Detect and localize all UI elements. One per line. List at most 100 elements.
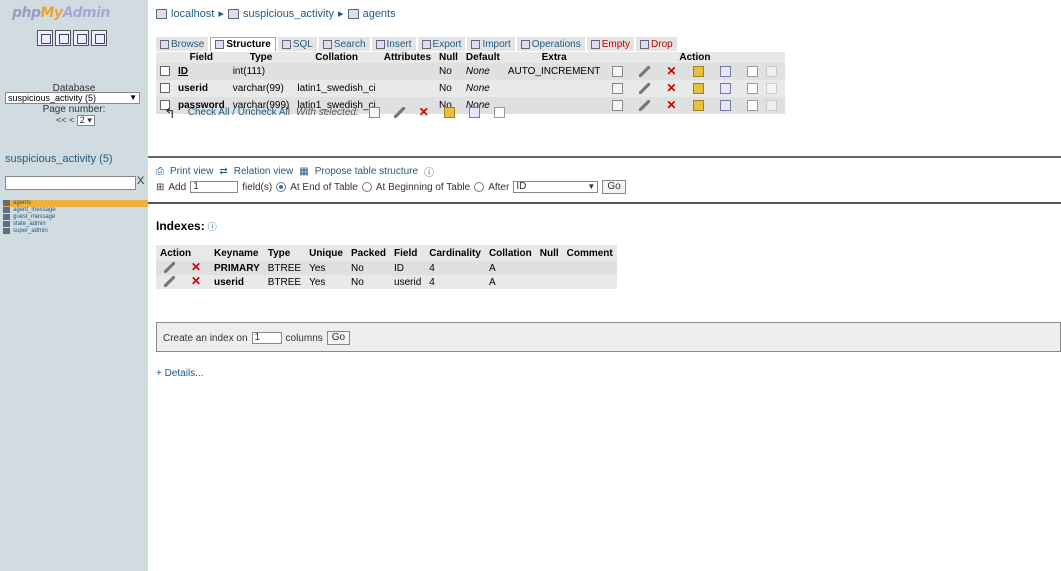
tab-sql[interactable]: SQL: [277, 37, 317, 51]
arrow-up-icon: ↰: [164, 104, 176, 121]
browse-icon[interactable]: [368, 107, 380, 118]
edit-icon[interactable]: [164, 276, 175, 288]
tab-label: Drop: [651, 38, 673, 50]
tab-insert[interactable]: Insert: [371, 37, 416, 51]
delete-icon[interactable]: [191, 260, 202, 274]
index-field: userid: [390, 275, 426, 289]
relation-view-link[interactable]: Relation view: [234, 166, 293, 177]
unique-icon[interactable]: [720, 65, 732, 77]
browse-distinct-icon[interactable]: [612, 82, 624, 94]
tab-browse[interactable]: Browse: [156, 37, 209, 51]
primary-key-icon[interactable]: [693, 65, 705, 77]
import-icon: [471, 39, 481, 49]
breadcrumb-table[interactable]: agents: [363, 8, 396, 20]
tab-drop[interactable]: Drop: [636, 37, 677, 51]
delete-icon[interactable]: [666, 64, 677, 78]
index-icon[interactable]: [747, 65, 759, 77]
navigation-frame: phpMyAdmin Database suspicious_activity …: [0, 0, 148, 571]
field-extra: [503, 80, 605, 97]
primary-key-icon[interactable]: [443, 107, 455, 118]
tab-label: Insert: [386, 38, 412, 50]
phpmyadmin-logo[interactable]: phpMyAdmin: [12, 5, 110, 21]
help-icon[interactable]: ⓘ: [208, 222, 217, 232]
index-icon[interactable]: [493, 107, 505, 118]
row-checkbox[interactable]: [160, 66, 170, 77]
sql-icon: [281, 39, 291, 49]
tab-search[interactable]: Search: [318, 37, 370, 51]
structure-table: Field Type Collation Attributes Null Def…: [156, 52, 786, 114]
beginning-of-table-radio[interactable]: [361, 182, 372, 192]
table-icon[interactable]: [3, 228, 10, 234]
divider: [148, 156, 1061, 158]
delete-icon[interactable]: [666, 81, 677, 95]
details-link[interactable]: + Details...: [156, 368, 204, 379]
filter-clear-button[interactable]: X: [137, 175, 144, 187]
table-list-item[interactable]: agent_message: [3, 207, 148, 214]
table-icon[interactable]: [3, 200, 10, 206]
tab-import[interactable]: Import: [467, 37, 515, 51]
table-list: agents agent_message guest_message state…: [3, 200, 148, 235]
unique-icon[interactable]: [720, 99, 732, 111]
propose-structure-link[interactable]: Propose table structure: [315, 166, 418, 177]
unique-icon[interactable]: [720, 82, 732, 94]
column-header: Collation: [484, 245, 536, 261]
edit-icon[interactable]: [639, 82, 651, 94]
database-icon: [227, 8, 239, 19]
tab-empty[interactable]: Empty: [586, 37, 635, 51]
database-title-link[interactable]: suspicious_activity (5): [5, 153, 113, 165]
delete-icon[interactable]: [666, 98, 677, 112]
breadcrumb-database[interactable]: suspicious_activity: [243, 8, 334, 20]
check-all-link[interactable]: Check All / Uncheck All: [188, 107, 290, 118]
index-icon[interactable]: [747, 82, 759, 94]
database-select[interactable]: suspicious_activity (5) ▼: [5, 92, 140, 104]
table-list-item[interactable]: guest_message: [3, 214, 148, 221]
end-of-table-radio[interactable]: [276, 182, 287, 192]
tab-structure[interactable]: Structure: [210, 37, 276, 51]
primary-key-icon[interactable]: [693, 99, 705, 111]
edit-icon[interactable]: [393, 107, 405, 118]
page-prev-links[interactable]: << <: [56, 115, 74, 125]
breadcrumb-server[interactable]: localhost: [171, 8, 214, 20]
query-window-icon[interactable]: [73, 30, 89, 46]
delete-icon[interactable]: [419, 105, 430, 119]
table-filter-input[interactable]: [5, 176, 136, 190]
add-go-button[interactable]: Go: [602, 180, 626, 194]
browse-distinct-icon[interactable]: [612, 99, 624, 111]
browse-distinct-icon[interactable]: [612, 65, 624, 77]
fields-label: field(s): [242, 181, 273, 193]
edit-icon[interactable]: [639, 99, 651, 111]
search-icon: [322, 39, 332, 49]
table-icon[interactable]: [3, 207, 10, 213]
after-field-select[interactable]: ID ▼: [513, 181, 599, 193]
app-root: phpMyAdmin Database suspicious_activity …: [0, 0, 1061, 571]
primary-key-icon[interactable]: [693, 82, 705, 94]
page-number-value: 2: [79, 115, 85, 125]
table-list-item[interactable]: super_admin: [3, 228, 148, 235]
index-type: BTREE: [263, 275, 306, 289]
quick-icons: [37, 30, 107, 46]
edit-icon[interactable]: [164, 262, 175, 274]
table-list-item[interactable]: state_admin: [3, 221, 148, 228]
create-index-go-button[interactable]: Go: [326, 331, 351, 345]
after-radio[interactable]: [474, 182, 485, 192]
table-icon[interactable]: [3, 221, 10, 227]
column-header: Type: [263, 245, 306, 261]
index-icon[interactable]: [747, 99, 759, 111]
tab-export[interactable]: Export: [417, 37, 466, 51]
create-index-input[interactable]: 1: [251, 332, 282, 344]
unique-icon[interactable]: [468, 107, 480, 118]
print-view-link[interactable]: Print view: [170, 166, 213, 177]
home-icon[interactable]: [37, 30, 53, 46]
help-icon[interactable]: ⓘ: [424, 164, 434, 179]
page-number-select[interactable]: 2 ▾: [76, 115, 95, 126]
row-checkbox[interactable]: [160, 83, 170, 94]
edit-icon[interactable]: [639, 65, 651, 77]
tab-operations[interactable]: Operations: [516, 37, 585, 51]
logout-icon[interactable]: [55, 30, 71, 46]
docs-icon[interactable]: [91, 30, 107, 46]
delete-icon[interactable]: [191, 274, 202, 288]
add-count-input[interactable]: 1: [190, 181, 239, 193]
index-cardinality: 4: [425, 261, 485, 275]
table-list-item[interactable]: agents: [3, 200, 148, 207]
table-icon[interactable]: [3, 214, 10, 220]
